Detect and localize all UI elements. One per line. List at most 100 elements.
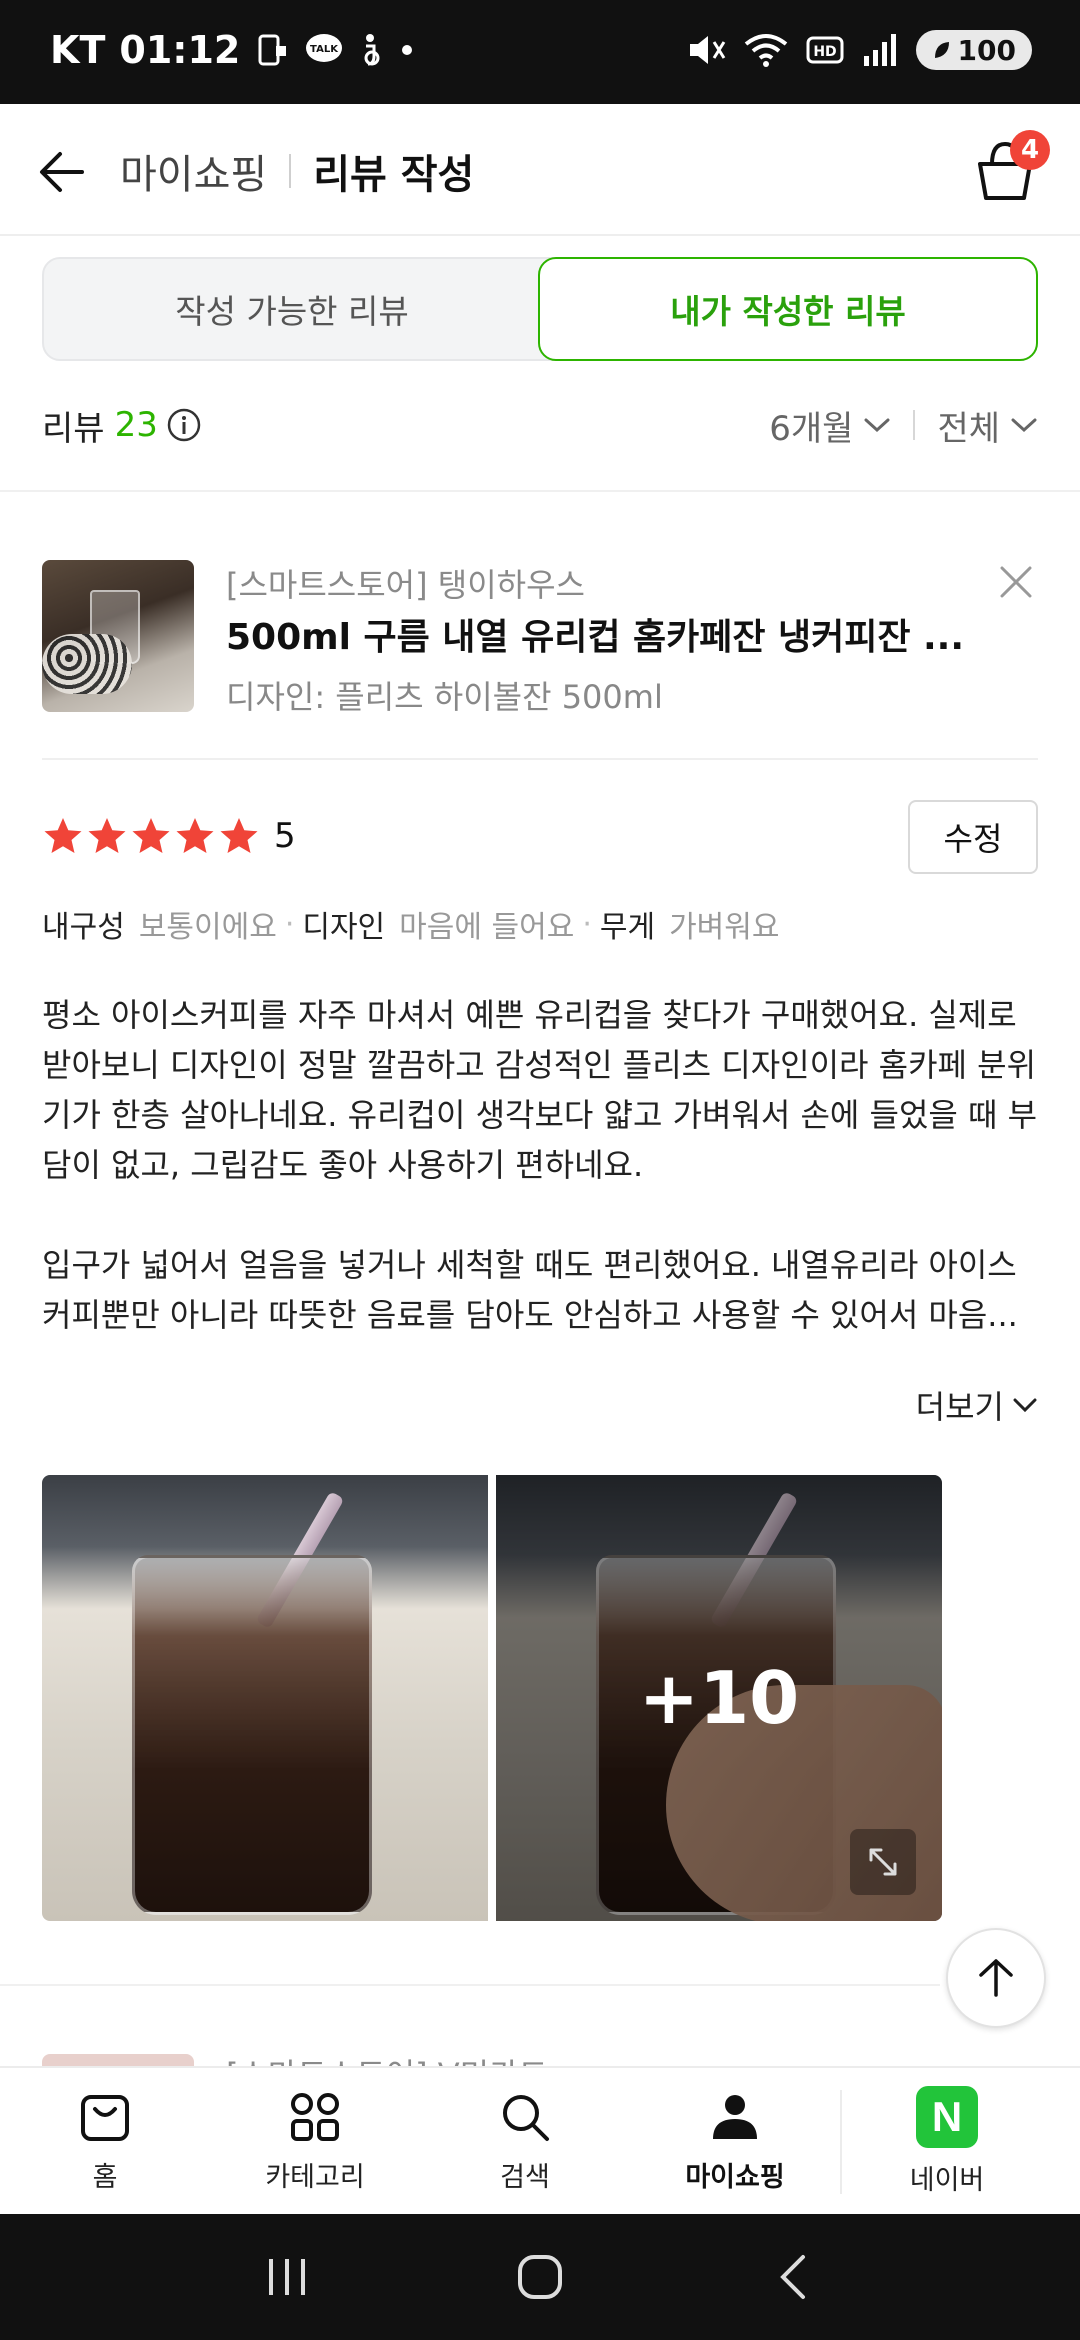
arrow-up-icon [979, 1959, 1013, 1997]
star-icon [132, 818, 170, 853]
section-divider [0, 490, 1080, 492]
type-filter-dropdown[interactable]: 전체 [937, 401, 1038, 450]
bottom-navigation: 홈 카테고리 검색 마이쇼핑 N 네이버 [0, 2066, 1080, 2214]
home-button[interactable] [500, 2237, 580, 2317]
store-name: [스마트스토어] 탱이하우스 [226, 566, 585, 604]
hd-icon: HD [806, 34, 844, 66]
section-divider [0, 1984, 940, 1986]
attribute-key: 디자인 [302, 910, 386, 945]
svg-text:TALK: TALK [310, 44, 339, 55]
attribute-separator: · [284, 906, 295, 942]
person-icon [713, 2094, 757, 2139]
attribute-key: 무게 [599, 910, 656, 945]
product-option: 디자인: 플리츠 하이볼잔 500ml [226, 678, 663, 716]
chevron-down-icon [1011, 418, 1037, 433]
review-count: 23 [114, 405, 158, 445]
nav-home[interactable]: 홈 [0, 2068, 210, 2214]
svg-text:HD: HD [813, 44, 836, 60]
cart-button[interactable]: 4 [970, 130, 1050, 206]
signal-icon [862, 32, 898, 68]
period-filter-dropdown[interactable]: 6개월 [769, 401, 891, 450]
star-icon [220, 818, 258, 853]
nav-label: 마이쇼핑 [685, 2161, 785, 2193]
product-thumbnail[interactable] [42, 560, 194, 712]
review-summary-row: 리뷰 23 6개월 전체 [42, 400, 1038, 450]
info-icon[interactable] [166, 407, 202, 443]
breadcrumb-parent[interactable]: 마이쇼핑 [120, 142, 267, 200]
filter-divider [913, 410, 916, 440]
review-count-label: 리뷰 [42, 408, 105, 449]
product-name[interactable]: 500ml 구름 내열 유리컵 홈카페잔 냉커피잔 ... [226, 608, 986, 660]
recent-apps-button[interactable] [247, 2237, 327, 2317]
category-icon [291, 2092, 339, 2141]
phone-notification-icon [254, 32, 290, 68]
kakaotalk-icon: TALK [304, 32, 344, 68]
star-icon [44, 818, 82, 853]
nav-label: 카테고리 [265, 2161, 365, 2193]
page-title: 리뷰 작성 [313, 152, 475, 198]
read-more-button[interactable]: 더보기 [916, 1382, 1038, 1428]
nav-naver[interactable]: N 네이버 [842, 2068, 1052, 2214]
recent-apps-icon [268, 2259, 305, 2295]
period-filter-label: 6개월 [769, 408, 854, 449]
tab-writable-reviews[interactable]: 작성 가능한 리뷰 [44, 259, 540, 359]
tab-my-reviews[interactable]: 내가 작성한 리뷰 [538, 257, 1038, 361]
nav-label: 네이버 [909, 2164, 985, 2196]
delete-review-button[interactable] [994, 560, 1038, 604]
attribute-value: 마음에 들어요 [399, 910, 575, 945]
clock: 01:12 [119, 28, 241, 72]
review-paragraph: 평소 아이스커피를 자주 마셔서 예쁜 유리컵을 찾다가 구매했어요. 실제로 … [42, 996, 1038, 1184]
chevron-left-icon [780, 2255, 806, 2299]
nav-search[interactable]: 검색 [420, 2068, 630, 2214]
read-more-label: 더보기 [915, 1388, 1004, 1426]
close-icon [1000, 566, 1032, 598]
review-photos: +10 [42, 1475, 942, 1921]
attribute-value: 보통이에요 [138, 910, 277, 945]
wifi-icon [744, 32, 788, 68]
naver-icon: N [916, 2085, 978, 2148]
system-back-button[interactable] [753, 2237, 833, 2317]
breadcrumb-divider [289, 154, 292, 188]
carrier-label: KT [50, 28, 106, 72]
back-button[interactable] [34, 144, 90, 200]
home-icon [517, 2255, 562, 2299]
card-divider [42, 758, 1038, 760]
status-bar: KT 01:12 TALK HD 100 [0, 0, 1080, 104]
review-photo-more[interactable]: +10 [496, 1475, 942, 1921]
review-attributes: 내구성 보통이에요 · 디자인 마음에 들어요 · 무게 가벼워요 [42, 902, 779, 946]
bag-icon [81, 2094, 129, 2141]
nav-my-shopping[interactable]: 마이쇼핑 [630, 2068, 840, 2214]
chevron-down-icon [1013, 1398, 1037, 1413]
arrow-left-icon [40, 152, 84, 192]
cart-count-badge: 4 [1010, 130, 1050, 170]
review-body: 평소 아이스커피를 자주 마셔서 예쁜 유리컵을 찾다가 구매했어요. 실제로 … [42, 990, 1042, 1340]
star-icon [88, 818, 126, 853]
chevron-down-icon [864, 418, 890, 433]
rating-row: 5 [42, 808, 296, 864]
mute-icon [686, 32, 726, 68]
battery-level: 100 [957, 33, 1016, 67]
review-paragraph: 입구가 넓어서 얼음을 넣거나 세척할 때도 편리했어요. 내열유리라 아이스커… [42, 1246, 1018, 1334]
star-rating [42, 815, 260, 857]
type-filter-label: 전체 [937, 408, 1000, 449]
nav-label: 홈 [92, 2161, 118, 2193]
nav-category[interactable]: 카테고리 [210, 2068, 420, 2214]
star-icon [176, 818, 214, 853]
attribute-separator: · [582, 906, 592, 942]
expand-button[interactable] [850, 1829, 916, 1895]
nav-label: 검색 [500, 2161, 550, 2193]
reviewed-product[interactable]: [스마트스토어] 탱이하우스 500ml 구름 내열 유리컵 홈카페잔 냉커피잔… [42, 560, 1038, 716]
expand-icon [869, 1848, 897, 1876]
dot-indicator-icon [400, 43, 414, 57]
edit-review-button[interactable]: 수정 [908, 800, 1038, 874]
leaf-icon [934, 42, 949, 58]
rating-score: 5 [274, 816, 296, 856]
battery-indicator: 100 [915, 30, 1032, 70]
review-tabs: 작성 가능한 리뷰 내가 작성한 리뷰 [42, 257, 1038, 361]
attribute-key: 내구성 [42, 910, 125, 945]
search-icon [503, 2094, 549, 2141]
app-header: 마이쇼핑 리뷰 작성 4 [0, 104, 1080, 236]
scroll-to-top-button[interactable] [946, 1928, 1046, 2028]
accessibility-icon [358, 32, 386, 68]
review-photo[interactable] [42, 1475, 488, 1921]
